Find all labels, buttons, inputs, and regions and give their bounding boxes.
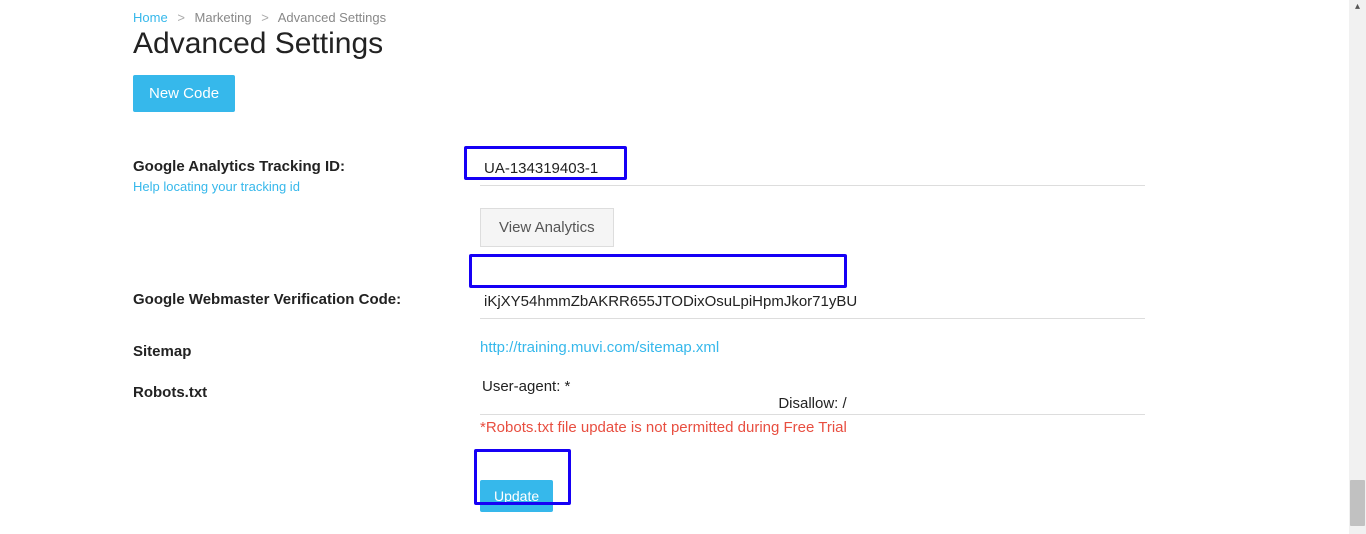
ga-tracking-label: Google Analytics Tracking ID: xyxy=(133,158,480,175)
sitemap-label: Sitemap xyxy=(133,343,480,360)
scrollbar-thumb[interactable] xyxy=(1350,480,1365,526)
scroll-up-icon[interactable]: ▴ xyxy=(1349,0,1366,17)
view-analytics-button[interactable]: View Analytics xyxy=(480,208,614,247)
robots-textarea[interactable]: User-agent: * Disallow: / xyxy=(480,378,1145,415)
breadcrumb-marketing[interactable]: Marketing xyxy=(195,10,252,25)
breadcrumb-sep-icon: > xyxy=(261,10,269,25)
breadcrumb-current: Advanced Settings xyxy=(278,10,386,25)
scrollbar[interactable]: ▴ xyxy=(1349,0,1366,534)
breadcrumb: Home > Marketing > Advanced Settings xyxy=(133,10,1345,25)
breadcrumb-sep-icon: > xyxy=(177,10,185,25)
sitemap-link[interactable]: http://training.muvi.com/sitemap.xml xyxy=(480,337,719,356)
robots-line2: Disallow: / xyxy=(480,395,1145,412)
breadcrumb-home[interactable]: Home xyxy=(133,10,168,25)
ga-help-link[interactable]: Help locating your tracking id xyxy=(133,179,480,194)
new-code-button[interactable]: New Code xyxy=(133,75,235,112)
robots-label: Robots.txt xyxy=(133,384,480,401)
webmaster-input[interactable] xyxy=(480,285,1145,319)
ga-tracking-input[interactable] xyxy=(480,152,1145,186)
robots-warning: *Robots.txt file update is not permitted… xyxy=(480,419,1145,436)
webmaster-label: Google Webmaster Verification Code: xyxy=(133,291,480,308)
robots-line1: User-agent: * xyxy=(480,378,1145,395)
page-title: Advanced Settings xyxy=(133,27,1345,61)
update-button[interactable]: Update xyxy=(480,480,553,512)
